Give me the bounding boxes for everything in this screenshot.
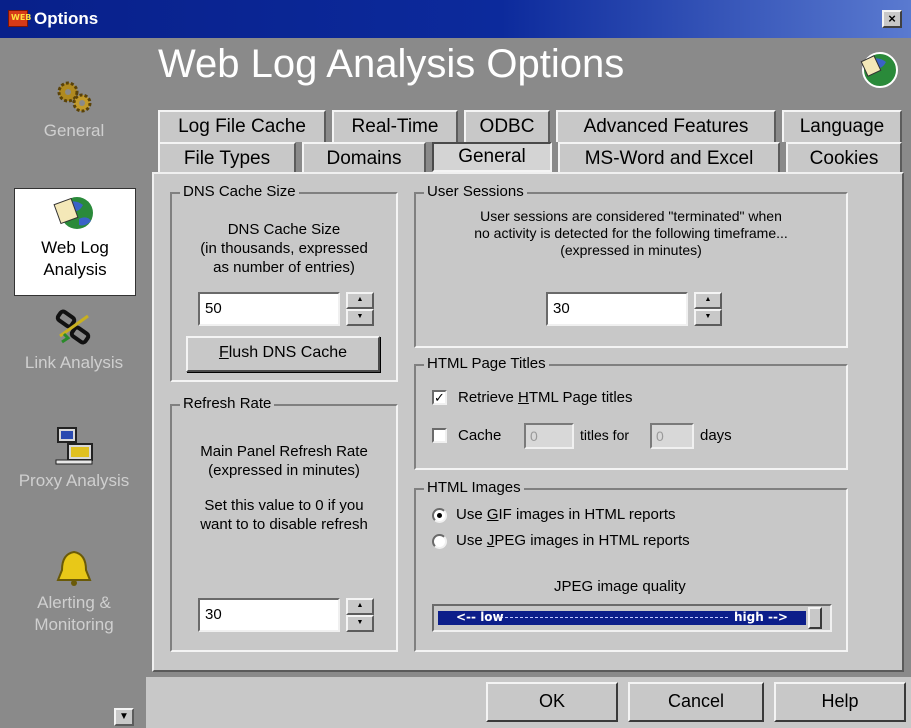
sidebar-item-label: General (43, 121, 105, 140)
help-button[interactable]: Help (774, 682, 906, 722)
cancel-button[interactable]: Cancel (628, 682, 764, 722)
title-bar: WEB Options × (0, 0, 911, 38)
retrieve-titles-label: Retrieve HTML Page titles (458, 389, 633, 406)
retrieve-titles-checkbox[interactable]: ✓ (432, 390, 447, 405)
jpeg-quality-slider[interactable]: <-- low high --> (432, 604, 832, 632)
sidebar-scroll-down-button[interactable]: ▼ (114, 708, 134, 726)
dns-cache-input[interactable]: 50 (198, 292, 340, 326)
jpeg-images-radio[interactable] (432, 534, 447, 549)
accelerator-key: H (518, 389, 529, 406)
spin-up-button[interactable]: ▲ (346, 292, 374, 309)
user-sessions-stepper[interactable]: ▲ ▼ (694, 292, 722, 326)
sidebar-item-label: Link Analysis (24, 353, 124, 372)
spin-up-button[interactable]: ▲ (694, 292, 722, 309)
label-text: Use (456, 506, 487, 523)
text-line: no activity is detected for the followin… (474, 225, 788, 241)
group-title: HTML Page Titles (424, 355, 549, 372)
bell-icon (56, 550, 92, 586)
page-title: Web Log Analysis Options (158, 42, 625, 86)
tab-real-time[interactable]: Real-Time (332, 110, 458, 142)
accelerator-key: G (486, 506, 499, 523)
sidebar-item-link-analysis[interactable]: Link Analysis (14, 308, 134, 374)
accelerator-key: F (218, 344, 229, 361)
label-text: PEG images in HTML reports (494, 532, 690, 549)
refresh-rate-input[interactable]: 30 (198, 598, 340, 632)
group-title: DNS Cache Size (180, 183, 299, 200)
days-label: days (700, 427, 732, 444)
spin-down-button[interactable]: ▼ (346, 615, 374, 632)
text-line: User sessions are considered "terminated… (480, 208, 782, 224)
tab-ms-word-and-excel[interactable]: MS-Word and Excel (558, 142, 780, 174)
slider-high-label: high --> (734, 610, 788, 624)
refresh-rate-stepper[interactable]: ▲ ▼ (346, 598, 374, 632)
sidebar: General Web Log Analysis Link Analysis P… (0, 38, 146, 728)
sidebar-item-label: Alerting & Monitoring (34, 593, 114, 634)
sidebar-item-proxy-analysis[interactable]: Proxy Analysis (14, 426, 134, 492)
group-title: User Sessions (424, 183, 527, 200)
globe-icon (860, 52, 898, 88)
app-icon: WEB (8, 10, 31, 27)
tab-odbc[interactable]: ODBC (464, 110, 550, 142)
spin-down-button[interactable]: ▼ (694, 309, 722, 326)
spin-up-button[interactable]: ▲ (346, 598, 374, 615)
html-page-titles-group: HTML Page Titles (414, 355, 848, 470)
text-line: (expressed in minutes) (208, 462, 360, 479)
window-title: Options (34, 9, 99, 28)
dns-cache-stepper[interactable]: ▲ ▼ (346, 292, 374, 326)
computer-icon (55, 427, 93, 465)
label-text: TML Page titles (528, 389, 633, 406)
text-line: (in thousands, expressed (200, 240, 368, 257)
cache-label: Cache (458, 427, 502, 444)
refresh-description: Main Panel Refresh Rate (expressed in mi… (174, 442, 394, 534)
tab-domains[interactable]: Domains (302, 142, 426, 174)
group-title: Refresh Rate (180, 395, 275, 412)
sidebar-item-web-log-analysis[interactable]: Web Log Analysis (14, 188, 136, 296)
sidebar-item-label: Proxy Analysis (18, 471, 130, 490)
button-label: lush DNS Cache (228, 344, 348, 361)
text-line: Set this value to 0 if you (204, 497, 364, 514)
user-sessions-input[interactable]: 30 (546, 292, 688, 326)
cache-titles-checkbox[interactable] (432, 428, 447, 443)
jpeg-quality-label: JPEG image quality (554, 578, 686, 595)
text-line: as number of entries) (213, 259, 355, 276)
cache-days-input[interactable]: 0 (650, 423, 694, 449)
slider-thumb[interactable] (808, 607, 822, 629)
flush-dns-cache-button[interactable]: Flush DNS Cache (186, 336, 380, 372)
text-line: (expressed in minutes) (560, 242, 702, 258)
jpeg-images-label: Use JPEG images in HTML reports (456, 532, 690, 549)
ok-button[interactable]: OK (486, 682, 618, 722)
sidebar-item-alerting-monitoring[interactable]: Alerting & Monitoring (14, 548, 134, 636)
sidebar-item-label: Web Log Analysis (41, 238, 109, 279)
text-line: DNS Cache Size (227, 221, 341, 238)
tab-file-types[interactable]: File Types (158, 142, 296, 174)
tab-advanced-features[interactable]: Advanced Features (556, 110, 776, 142)
gif-images-radio[interactable] (432, 508, 447, 523)
tab-log-file-cache[interactable]: Log File Cache (158, 110, 326, 142)
broken-link-icon (55, 309, 91, 345)
globe-document-icon (53, 197, 93, 229)
close-button[interactable]: × (882, 10, 902, 28)
tab-language[interactable]: Language (782, 110, 902, 142)
dns-description: DNS Cache Size (in thousands, expressed … (178, 220, 390, 277)
tab-cookies[interactable]: Cookies (786, 142, 902, 174)
label-text: IF images in HTML reports (498, 506, 676, 523)
text-line: want to to disable refresh (200, 516, 368, 533)
gears-icon (57, 81, 92, 113)
label-text: Use (456, 532, 487, 549)
tab-general[interactable]: General (432, 142, 552, 172)
sessions-description: User sessions are considered "terminated… (418, 208, 844, 259)
header: Web Log Analysis Options (146, 38, 911, 100)
group-title: HTML Images (424, 479, 524, 496)
sidebar-item-general[interactable]: General (14, 76, 134, 142)
gif-images-label: Use GIF images in HTML reports (456, 506, 676, 523)
titles-for-label: titles for (580, 427, 630, 443)
cache-titles-input[interactable]: 0 (524, 423, 574, 449)
chevron-down-icon: ▼ (119, 711, 129, 722)
label-text: Retrieve (458, 389, 519, 406)
slider-dashes (500, 617, 728, 618)
text-line: Main Panel Refresh Rate (200, 443, 368, 460)
slider-low-label: <-- low (456, 610, 504, 624)
spin-down-button[interactable]: ▼ (346, 309, 374, 326)
